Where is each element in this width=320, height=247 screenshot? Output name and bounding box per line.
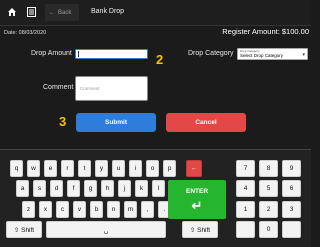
key-comma[interactable]: ,: [141, 201, 154, 218]
page-title: Bank Drop: [91, 8, 125, 15]
arrow-left-icon: ←: [190, 165, 198, 172]
shift-key-right[interactable]: ⇧ Shift: [182, 221, 218, 238]
key-u[interactable]: u: [112, 160, 125, 177]
key-z[interactable]: z: [22, 201, 35, 218]
menu-button[interactable]: [23, 3, 39, 21]
space-key[interactable]: ␣: [46, 221, 166, 238]
drop-amount-input[interactable]: [75, 49, 148, 59]
key-b[interactable]: b: [90, 201, 103, 218]
step-3-annotation: 3: [59, 114, 67, 129]
key-i[interactable]: i: [129, 160, 142, 177]
key-y[interactable]: y: [95, 160, 108, 177]
enter-key[interactable]: ENTER ↵: [168, 180, 226, 219]
numpad-6[interactable]: 6: [282, 180, 301, 197]
shift-key-left[interactable]: ⇧ Shift: [6, 221, 42, 238]
top-bar: ← Back Bank Drop: [0, 0, 311, 25]
key-p[interactable]: p: [163, 160, 176, 177]
back-label: Back: [58, 9, 72, 16]
submit-button[interactable]: Submit: [76, 113, 156, 132]
key-h[interactable]: h: [101, 180, 114, 197]
comment-label: Comment: [43, 84, 74, 91]
key-a[interactable]: a: [16, 180, 29, 197]
key-n[interactable]: n: [107, 201, 120, 218]
key-t[interactable]: t: [78, 160, 91, 177]
home-button[interactable]: [4, 3, 20, 21]
key-c[interactable]: c: [56, 201, 69, 218]
key-v[interactable]: v: [73, 201, 86, 218]
text-caret: [78, 51, 79, 57]
numpad-2[interactable]: 2: [259, 201, 278, 218]
numpad-0[interactable]: 0: [259, 221, 278, 238]
drop-category-label: Drop Category: [188, 50, 234, 57]
key-q[interactable]: q: [10, 160, 23, 177]
menu-icon: [26, 7, 36, 17]
key-s[interactable]: s: [33, 180, 46, 197]
key-w[interactable]: w: [27, 160, 40, 177]
numpad-8[interactable]: 8: [259, 160, 278, 177]
key-e[interactable]: e: [44, 160, 57, 177]
back-button[interactable]: ← Back: [45, 4, 79, 21]
comment-field[interactable]: Comment: [75, 76, 148, 101]
numpad-blank-right[interactable]: [282, 221, 301, 238]
numpad-5[interactable]: 5: [259, 180, 278, 197]
key-r[interactable]: r: [61, 160, 74, 177]
cancel-button[interactable]: Cancel: [166, 113, 246, 132]
comment-placeholder: Comment: [80, 86, 100, 91]
numpad-1[interactable]: 1: [236, 201, 255, 218]
backspace-key[interactable]: ←: [186, 160, 202, 177]
date-label: Date: 08/03/2020: [4, 30, 47, 36]
home-icon: [8, 8, 16, 16]
key-j[interactable]: j: [118, 180, 131, 197]
step-2-annotation: 2: [156, 52, 164, 67]
key-x[interactable]: x: [39, 201, 52, 218]
key-g[interactable]: g: [84, 180, 97, 197]
numpad-4[interactable]: 4: [236, 180, 255, 197]
drop-category-select[interactable]: Drop Category Select Drop Category ▾: [237, 48, 308, 60]
divider: [0, 25, 311, 26]
enter-arrow-icon: ↵: [191, 198, 203, 213]
numpad-7[interactable]: 7: [236, 160, 255, 177]
key-o[interactable]: o: [146, 160, 159, 177]
key-d[interactable]: d: [50, 180, 63, 197]
key-m[interactable]: m: [124, 201, 137, 218]
drop-category-value: Select Drop Category: [240, 53, 284, 58]
chevron-down-icon: ▾: [302, 52, 305, 58]
numpad-blank-left[interactable]: [236, 221, 255, 238]
key-k[interactable]: k: [135, 180, 148, 197]
key-l[interactable]: l: [152, 180, 165, 197]
numpad-3[interactable]: 3: [282, 201, 301, 218]
register-cash-label: Register Amount: $100.00: [222, 27, 309, 36]
drop-amount-label: Drop Amount: [31, 50, 72, 57]
key-f[interactable]: f: [67, 180, 80, 197]
arrow-left-icon: ←: [49, 9, 55, 16]
enter-label: ENTER: [185, 188, 209, 195]
numpad-9[interactable]: 9: [282, 160, 301, 177]
